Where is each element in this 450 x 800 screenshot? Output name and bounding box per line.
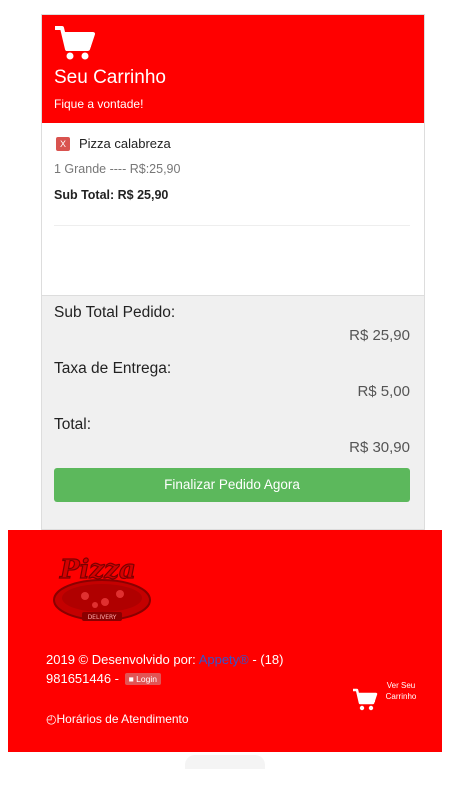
phone-number: 981651446 -	[46, 671, 123, 686]
footer-credits: 2019 © Desenvolvido por: Appety® - (18)	[46, 652, 283, 667]
remove-item-button[interactable]: X	[56, 137, 70, 151]
view-cart-label: Ver Seu Carrinho	[385, 681, 417, 701]
cart-header: Seu Carrinho Fique a vontade!	[42, 15, 424, 123]
subtotal-label: Sub Total Pedido:	[54, 304, 176, 321]
checkout-button[interactable]: Finalizar Pedido Agora	[54, 468, 410, 502]
shopping-cart-icon	[55, 26, 95, 60]
item-name: Pizza calabreza	[79, 136, 171, 151]
cart-item: X Pizza calabreza 1 Grande ---- R$:25,90…	[42, 123, 424, 301]
opening-hours-link[interactable]: ◴Horários de Atendimento	[46, 712, 189, 726]
login-button[interactable]: ■ Login	[124, 673, 161, 685]
site-footer: Pizza DELIVERY 2019 © Desenvolvido por: …	[8, 530, 442, 752]
login-label: Login	[136, 674, 157, 684]
credit-prefix: 2019 © Desenvolvido por:	[46, 652, 199, 667]
item-size-price: 1 Grande ---- R$:25,90	[54, 162, 181, 176]
pizza-delivery-logo: Pizza DELIVERY	[53, 554, 151, 621]
lock-icon: ■	[128, 674, 134, 684]
cart-title: Seu Carrinho	[54, 67, 166, 88]
opening-hours-label: Horários de Atendimento	[56, 712, 189, 726]
logo-subtext: DELIVERY	[88, 614, 117, 621]
footer-phone-line: 981651446 - ■ Login	[46, 671, 161, 686]
item-subtotal: Sub Total: R$ 25,90	[54, 188, 169, 202]
credit-suffix: - (18)	[248, 652, 284, 667]
total-label: Total:	[54, 416, 92, 433]
developer-link[interactable]: Appety®	[199, 652, 249, 667]
logo-text: Pizza	[59, 555, 136, 585]
clock-icon: ◴	[46, 712, 57, 726]
cart-card: Seu Carrinho Fique a vontade! X Pizza ca…	[41, 14, 425, 530]
cart-subtitle: Fique a vontade!	[54, 97, 144, 111]
view-cart-link[interactable]: Ver Seu Carrinho	[352, 680, 428, 716]
total-value: R$ 30,90	[349, 439, 410, 456]
item-divider	[54, 225, 410, 226]
order-summary: Sub Total Pedido: R$ 25,90 Taxa de Entre…	[42, 295, 424, 529]
subtotal-value: R$ 25,90	[349, 327, 410, 344]
delivery-fee-value: R$ 5,00	[357, 383, 410, 400]
bottom-edge	[185, 755, 265, 769]
delivery-fee-label: Taxa de Entrega:	[54, 360, 172, 377]
shopping-cart-icon	[353, 688, 378, 711]
